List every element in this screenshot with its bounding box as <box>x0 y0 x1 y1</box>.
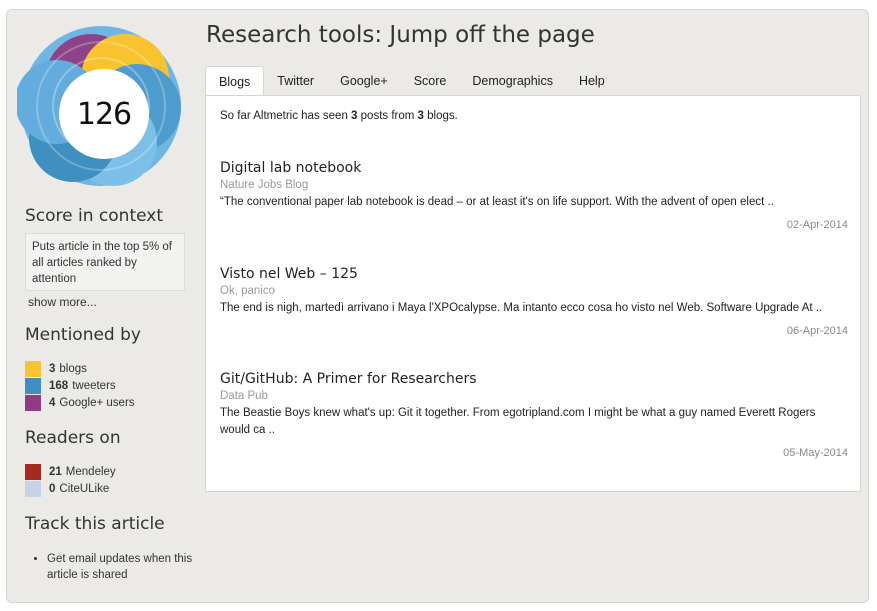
email-updates-link[interactable]: Get email updates when this article is s… <box>47 551 207 583</box>
tweeters-label: tweeters <box>72 379 116 392</box>
score-in-context-heading: Score in context <box>25 206 163 226</box>
mendeley-count: 21 <box>49 465 62 478</box>
blogs-panel: So far Altmetric has seen 3 posts from 3… <box>205 95 861 492</box>
summary-pre: So far Altmetric has seen <box>220 110 352 122</box>
legend-item-google-plus[interactable]: 4 Google+ users <box>25 394 135 411</box>
tab-help[interactable]: Help <box>566 66 618 96</box>
summary-mid: posts from <box>357 110 418 122</box>
legend-item-tweeters[interactable]: 168 tweeters <box>25 377 135 394</box>
readers-list: 21 Mendeley 0 CiteULike <box>25 463 116 497</box>
post-excerpt: The Beastie Boys knew what's up: Git it … <box>220 407 816 436</box>
mentioned-by-list: 3 blogs 168 tweeters 4 Google+ users <box>25 360 135 411</box>
post-excerpt: The end is nigh, martedì arrivano i Maya… <box>220 302 823 314</box>
post-title-link[interactable]: Git/GitHub: A Primer for Researchers <box>220 371 848 387</box>
page-title: Research tools: Jump off the page <box>206 22 595 48</box>
blog-post: Visto nel Web – 125 Ok, panico The end i… <box>220 266 848 337</box>
tweeters-count: 168 <box>49 379 69 392</box>
post-source: Ok, panico <box>220 285 275 297</box>
post-date: 02-Apr-2014 <box>786 219 848 231</box>
post-excerpt: “The conventional paper lab notebook is … <box>220 196 774 208</box>
track-article-heading: Track this article <box>25 514 165 534</box>
legend-item-citeulike[interactable]: 0 CiteULike <box>25 480 116 497</box>
track-options-list: Get email updates when this article is s… <box>33 551 207 583</box>
blog-post: Git/GitHub: A Primer for Researchers Dat… <box>220 371 848 459</box>
blog-post: Digital lab notebook Nature Jobs Blog “T… <box>220 160 848 231</box>
tweeters-swatch <box>25 377 41 394</box>
citeulike-swatch <box>25 480 41 497</box>
score-context-text: Puts article in the top 5% of all articl… <box>32 241 172 285</box>
citeulike-count: 0 <box>49 482 56 495</box>
tab-google-plus[interactable]: Google+ <box>327 66 401 96</box>
citeulike-label: CiteULike <box>59 482 110 495</box>
blogs-label: blogs <box>59 362 87 375</box>
mendeley-label: Mendeley <box>65 465 116 478</box>
altmetric-donut[interactable]: 126 <box>15 22 185 190</box>
post-title-link[interactable]: Visto nel Web – 125 <box>220 266 848 282</box>
legend-item-blogs[interactable]: 3 blogs <box>25 360 135 377</box>
post-source: Nature Jobs Blog <box>220 179 309 191</box>
tab-bar: Blogs Twitter Google+ Score Demographics… <box>205 66 618 97</box>
google-plus-count: 4 <box>49 396 56 409</box>
tab-score[interactable]: Score <box>401 66 460 96</box>
tab-demographics[interactable]: Demographics <box>459 66 566 96</box>
blogs-count: 3 <box>49 362 56 375</box>
score-context-box: Puts article in the top 5% of all articl… <box>25 233 185 291</box>
legend-item-mendeley[interactable]: 21 Mendeley <box>25 463 116 480</box>
post-source: Data Pub <box>220 390 268 402</box>
mendeley-swatch <box>25 463 41 480</box>
blogs-summary: So far Altmetric has seen 3 posts from 3… <box>220 110 458 122</box>
post-date: 06-Apr-2014 <box>786 325 848 337</box>
summary-post: blogs. <box>423 110 458 122</box>
mentioned-by-heading: Mentioned by <box>25 325 141 345</box>
post-date: 05-May-2014 <box>783 447 848 459</box>
altmetric-widget: 126 Score in context Puts article in the… <box>6 9 869 603</box>
blogs-swatch <box>25 360 41 377</box>
altmetric-score: 126 <box>76 96 132 132</box>
google-plus-label: Google+ users <box>59 396 135 409</box>
google-plus-swatch <box>25 394 41 411</box>
tab-twitter[interactable]: Twitter <box>264 66 327 96</box>
post-title-link[interactable]: Digital lab notebook <box>220 160 848 176</box>
tab-blogs[interactable]: Blogs <box>205 66 265 97</box>
readers-on-heading: Readers on <box>25 428 121 448</box>
show-more-link[interactable]: show more... <box>28 295 97 309</box>
